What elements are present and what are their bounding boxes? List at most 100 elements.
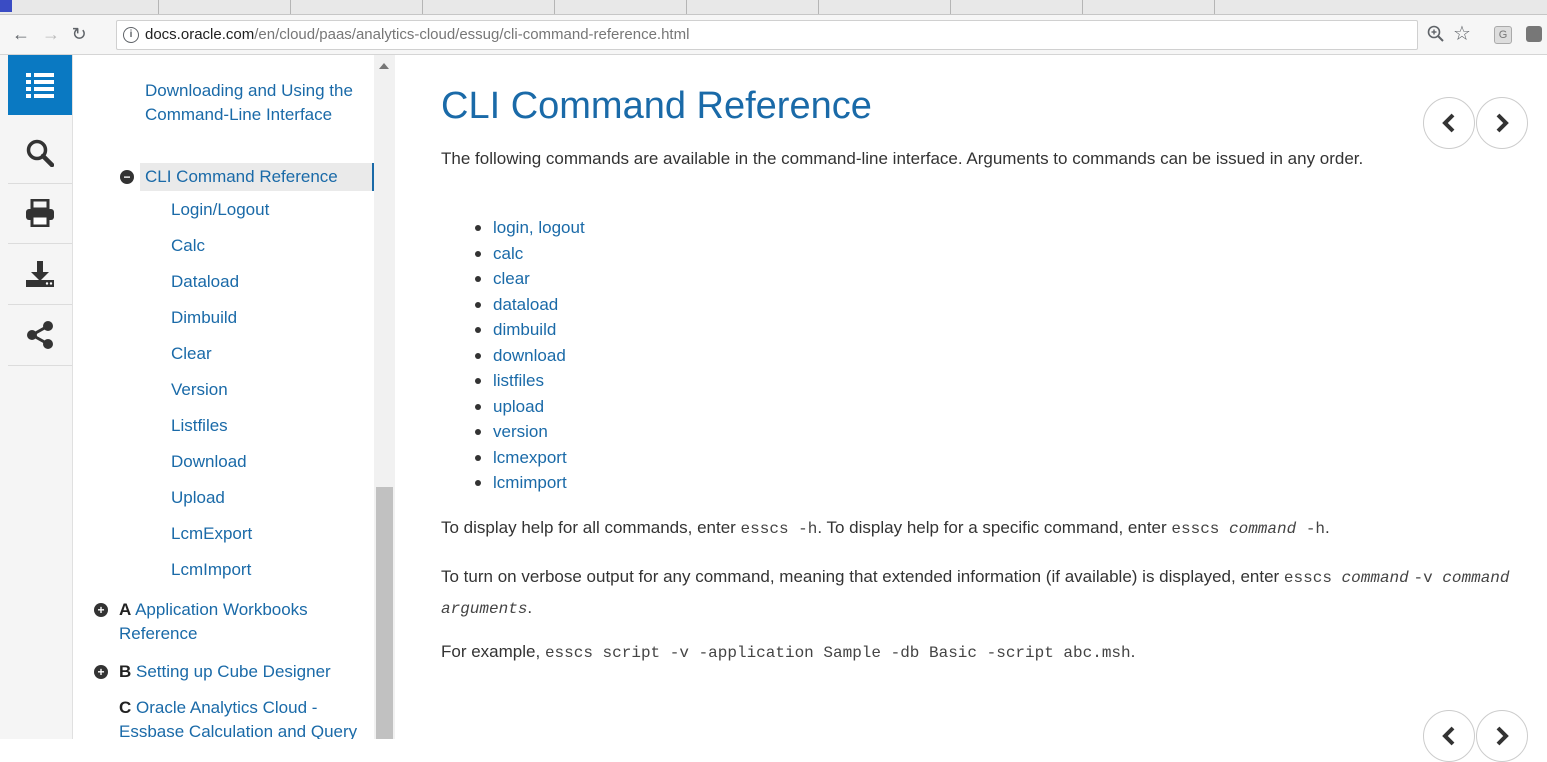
table-of-contents: Downloading and Using the Command-Line I… [73,55,395,739]
chevron-left-icon [1442,726,1455,746]
previous-page-button-bottom[interactable] [1423,710,1475,762]
command-link[interactable]: calc [475,241,585,267]
chevron-right-icon [1496,113,1509,133]
verbose-text: To turn on verbose output for any comman… [441,567,1284,586]
toc-item[interactable]: Downloading and Using the Command-Line I… [145,79,365,127]
expand-icon[interactable]: + [94,665,108,679]
help-paragraph: To display help for all commands, enter … [441,515,1531,542]
example-text: . [1130,642,1136,661]
collapse-icon[interactable]: − [120,170,134,184]
command-link[interactable]: dataload [475,292,585,318]
info-icon[interactable]: i [123,27,139,43]
toc-scrollbar[interactable] [374,55,395,739]
next-page-button-bottom[interactable] [1476,710,1528,762]
command-link[interactable]: lcmexport [475,445,585,471]
help-text: . To display help for a specific command… [817,518,1172,537]
chevron-left-icon [1442,113,1455,133]
help-text: . [1325,518,1330,537]
toc-button[interactable] [8,55,72,115]
back-button[interactable]: ← [10,23,32,45]
scrollbar-thumb[interactable] [376,487,393,739]
example-code: esscs script -v -application Sample -db … [544,644,1131,662]
zoom-icon[interactable] [1427,25,1445,43]
command-link[interactable]: lcmimport [475,470,585,496]
command-link[interactable]: login, logout [475,215,585,241]
tab-strip [0,0,1547,15]
verbose-text: . [527,598,533,617]
toc-item[interactable]: Login/Logout [171,198,269,222]
toc-icon [26,73,54,98]
tab-divider [158,0,159,14]
tab-divider [686,0,687,14]
download-icon [26,261,54,287]
page-title: CLI Command Reference [441,85,872,127]
toc-item[interactable]: Dimbuild [171,306,237,330]
tab-divider [1082,0,1083,14]
toc-item[interactable]: Clear [171,342,212,366]
intro-paragraph: The following commands are available in … [441,149,1364,168]
previous-page-button[interactable] [1423,97,1475,149]
appendix-letter: A [119,600,132,619]
share-icon [27,321,53,349]
toc-item[interactable]: Dataload [171,270,239,294]
print-button[interactable] [8,183,72,244]
command-link[interactable]: clear [475,266,585,292]
tool-rail [0,55,73,739]
appendix-label: Setting up Cube Designer [136,662,331,681]
command-link[interactable]: dimbuild [475,317,585,343]
url-path: /en/cloud/paas/analytics-cloud/essug/cli… [254,26,690,43]
toc-item[interactable]: Calc [171,234,205,258]
download-button[interactable] [8,244,72,305]
extension-g-icon[interactable]: G [1494,26,1512,44]
toc-appendix-b[interactable]: B Setting up Cube Designer [119,660,389,684]
command-link[interactable]: version [475,419,585,445]
tab-divider [422,0,423,14]
extension-icon[interactable] [1526,26,1542,42]
chevron-right-icon [1496,726,1509,746]
toc-item[interactable]: Upload [171,486,225,510]
example-paragraph: For example, esscs script -v -applicatio… [441,639,1531,666]
print-icon [26,199,54,227]
toc-item[interactable]: LcmExport [171,522,252,546]
command-link[interactable]: upload [475,394,585,420]
share-button[interactable] [8,305,72,366]
search-icon [26,139,54,167]
example-text: For example, [441,642,545,661]
toc-item[interactable]: Version [171,378,228,402]
search-button[interactable] [8,123,72,184]
toc-item-current[interactable]: CLI Command Reference [145,165,338,189]
toc-item[interactable]: Listfiles [171,414,228,438]
forward-button[interactable]: → [40,23,62,45]
expand-icon[interactable]: + [94,603,108,617]
scroll-up-arrow-icon[interactable] [379,63,389,69]
reload-button[interactable]: ↻ [68,23,90,45]
toc-appendix-a[interactable]: A Application Workbooks Reference [119,598,359,646]
help-code: esscs -h [740,520,818,538]
next-page-button[interactable] [1476,97,1528,149]
url-input[interactable]: i docs.oracle.com/en/cloud/paas/analytic… [116,20,1418,50]
verbose-code: esscs [1283,569,1342,587]
tab-divider [554,0,555,14]
command-link[interactable]: download [475,343,585,369]
verbose-paragraph: To turn on verbose output for any comman… [441,562,1526,624]
tab-divider [290,0,291,14]
command-list: login, logout calc clear dataload dimbui… [441,215,585,496]
help-code: esscs [1171,520,1229,538]
command-link[interactable]: listfiles [475,368,585,394]
appendix-label: Application Workbooks Reference [119,600,308,643]
appendix-letter: B [119,662,132,681]
bookmark-star-icon[interactable]: ☆ [1453,21,1471,46]
verbose-code: -v [1413,569,1443,587]
tab-divider [1214,0,1215,14]
tab-divider [818,0,819,14]
appendix-label: Oracle Analytics Cloud - Essbase Calcula… [119,698,358,739]
help-code-placeholder: command [1229,520,1297,538]
help-text: To display help for all commands, enter [441,518,741,537]
address-bar: ← → ↻ i docs.oracle.com/en/cloud/paas/an… [0,15,1547,55]
toc-appendix-c[interactable]: C Oracle Analytics Cloud - Essbase Calcu… [119,696,379,739]
toc-item[interactable]: LcmImport [171,558,251,582]
appendix-letter: C [119,698,132,717]
url-host: docs.oracle.com [145,26,255,43]
help-code: -h [1296,520,1326,538]
toc-item[interactable]: Download [171,450,247,474]
